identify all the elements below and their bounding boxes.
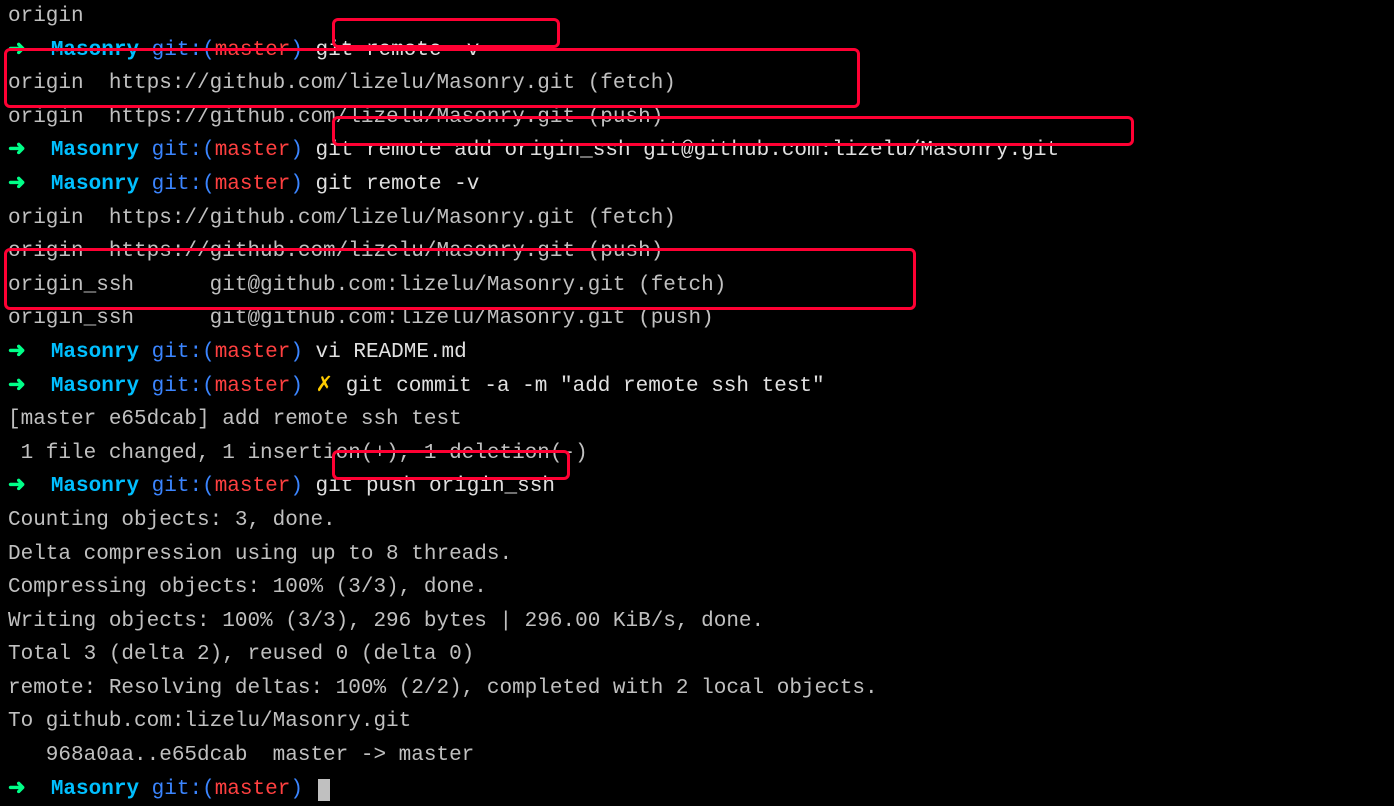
output-line: To github.com:lizelu/Masonry.git	[8, 705, 1386, 739]
output-line: origin https://github.com/lizelu/Masonry…	[8, 202, 1386, 236]
prompt-line-5: ➜ Masonry git:(master) ✗ git commit -a -…	[8, 370, 1386, 404]
output-line: 1 file changed, 1 insertion(+), 1 deleti…	[8, 437, 1386, 471]
output-line: Delta compression using up to 8 threads.	[8, 538, 1386, 572]
prompt-line-6: ➜ Masonry git:(master) git push origin_s…	[8, 470, 1386, 504]
output-line: [master e65dcab] add remote ssh test	[8, 403, 1386, 437]
prompt-line-2: ➜ Masonry git:(master) git remote add or…	[8, 134, 1386, 168]
prompt-line-current[interactable]: ➜ Masonry git:(master)	[8, 773, 1386, 806]
output-line: origin https://github.com/lizelu/Masonry…	[8, 235, 1386, 269]
prompt-line-4: ➜ Masonry git:(master) vi README.md	[8, 336, 1386, 370]
output-line: origin	[8, 0, 1386, 34]
output-line: 968a0aa..e65dcab master -> master	[8, 739, 1386, 773]
command-text: git commit -a -m "add remote ssh test"	[346, 375, 825, 398]
output-line: Writing objects: 100% (3/3), 296 bytes |…	[8, 605, 1386, 639]
output-line: origin https://github.com/lizelu/Masonry…	[8, 101, 1386, 135]
command-text: git push origin_ssh	[316, 475, 555, 498]
command-text: git remote add origin_ssh git@github.com…	[316, 139, 1060, 162]
cursor-icon	[318, 779, 330, 801]
output-line: origin https://github.com/lizelu/Masonry…	[8, 67, 1386, 101]
command-text: git remote -v	[316, 39, 480, 62]
command-text: vi README.md	[316, 341, 467, 364]
output-line: Compressing objects: 100% (3/3), done.	[8, 571, 1386, 605]
prompt-line-1: ➜ Masonry git:(master) git remote -v	[8, 34, 1386, 68]
output-line: origin_ssh git@github.com:lizelu/Masonry…	[8, 302, 1386, 336]
output-line: Total 3 (delta 2), reused 0 (delta 0)	[8, 638, 1386, 672]
command-text: git remote -v	[316, 173, 480, 196]
prompt-line-3: ➜ Masonry git:(master) git remote -v	[8, 168, 1386, 202]
output-line: remote: Resolving deltas: 100% (2/2), co…	[8, 672, 1386, 706]
output-line: origin_ssh git@github.com:lizelu/Masonry…	[8, 269, 1386, 303]
terminal[interactable]: origin ➜ Masonry git:(master) git remote…	[0, 0, 1394, 806]
output-line: Counting objects: 3, done.	[8, 504, 1386, 538]
